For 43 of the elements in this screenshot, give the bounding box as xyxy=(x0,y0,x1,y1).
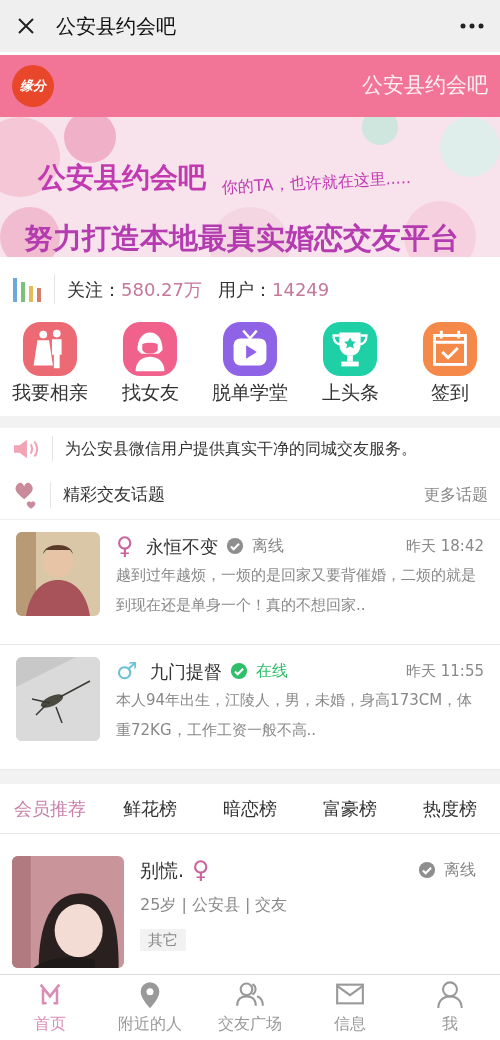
more-link[interactable]: 更多话题 xyxy=(424,482,488,507)
bar-chart-icon xyxy=(12,276,42,302)
member-info: 25岁 | 公安县 | 交友 xyxy=(140,893,289,916)
window-title: 公安县约会吧 xyxy=(56,13,177,40)
banner-title: 公安县约会吧 xyxy=(38,160,206,196)
close-icon xyxy=(16,16,36,36)
gender-symbol: ♂ xyxy=(116,659,138,683)
banner-tagline: 你的TA，也许就在这里..... xyxy=(221,167,412,199)
speaker-icon xyxy=(12,437,40,461)
status-text: 离线 xyxy=(251,535,284,557)
shortcut-item[interactable]: 找女友 xyxy=(100,321,200,416)
rank-tab[interactable]: 暗恋榜 xyxy=(200,795,300,822)
post-excerpt: 越到过年越烦，一烦的是回家又要背催婚，二烦的就是到现在还是单身一个！真的不想回家.. xyxy=(116,565,477,616)
more-icon xyxy=(460,23,484,29)
user-name: 九门提督 xyxy=(149,659,222,684)
user-name: 永恒不变 xyxy=(145,534,218,559)
rank-tab[interactable]: 富豪榜 xyxy=(300,795,400,822)
post-excerpt: 本人94年出生，江陵人，男，未婚，身高173CM，体重72KG，工作工资一般不高.. xyxy=(116,690,474,741)
post-time: 昨天 11:55 xyxy=(406,660,484,682)
stat-value: 580.27万 xyxy=(121,277,202,302)
user-icon xyxy=(436,979,464,1008)
notice-text: 为公安县微信用户提供真实干净的同城交友服务。 xyxy=(65,438,417,460)
shortcut-item[interactable]: 签到 xyxy=(400,321,500,416)
section-title: 精彩交友话题 xyxy=(63,482,166,506)
stat-value: 14249 xyxy=(272,277,330,302)
people-icon xyxy=(236,979,264,1008)
stat-label: 关注： xyxy=(67,277,121,302)
gender-symbol: ♀ xyxy=(192,858,210,883)
member-name: 别慌. xyxy=(140,858,185,883)
rank-tab[interactable]: 热度榜 xyxy=(400,795,500,822)
status-text: 离线 xyxy=(444,859,476,882)
header-title: 公安县约会吧 xyxy=(362,72,488,100)
member-tag: 其它 xyxy=(140,928,186,951)
shortcut-item[interactable]: 脱单学堂 xyxy=(200,321,300,416)
shortcut-item[interactable]: 我要相亲 xyxy=(0,321,100,416)
logo: 缘分 xyxy=(12,65,54,107)
banner-slogan: 努力打造本地最真实婚恋交友平台 xyxy=(24,220,459,257)
stat-label: 用户： xyxy=(218,277,272,302)
shortcut-item[interactable]: 上头条 xyxy=(300,321,400,416)
gender-symbol: ♀ xyxy=(116,534,134,558)
status-text: 在线 xyxy=(255,660,288,682)
post-time: 昨天 18:42 xyxy=(406,535,484,557)
rank-tab[interactable]: 鲜花榜 xyxy=(100,795,200,822)
